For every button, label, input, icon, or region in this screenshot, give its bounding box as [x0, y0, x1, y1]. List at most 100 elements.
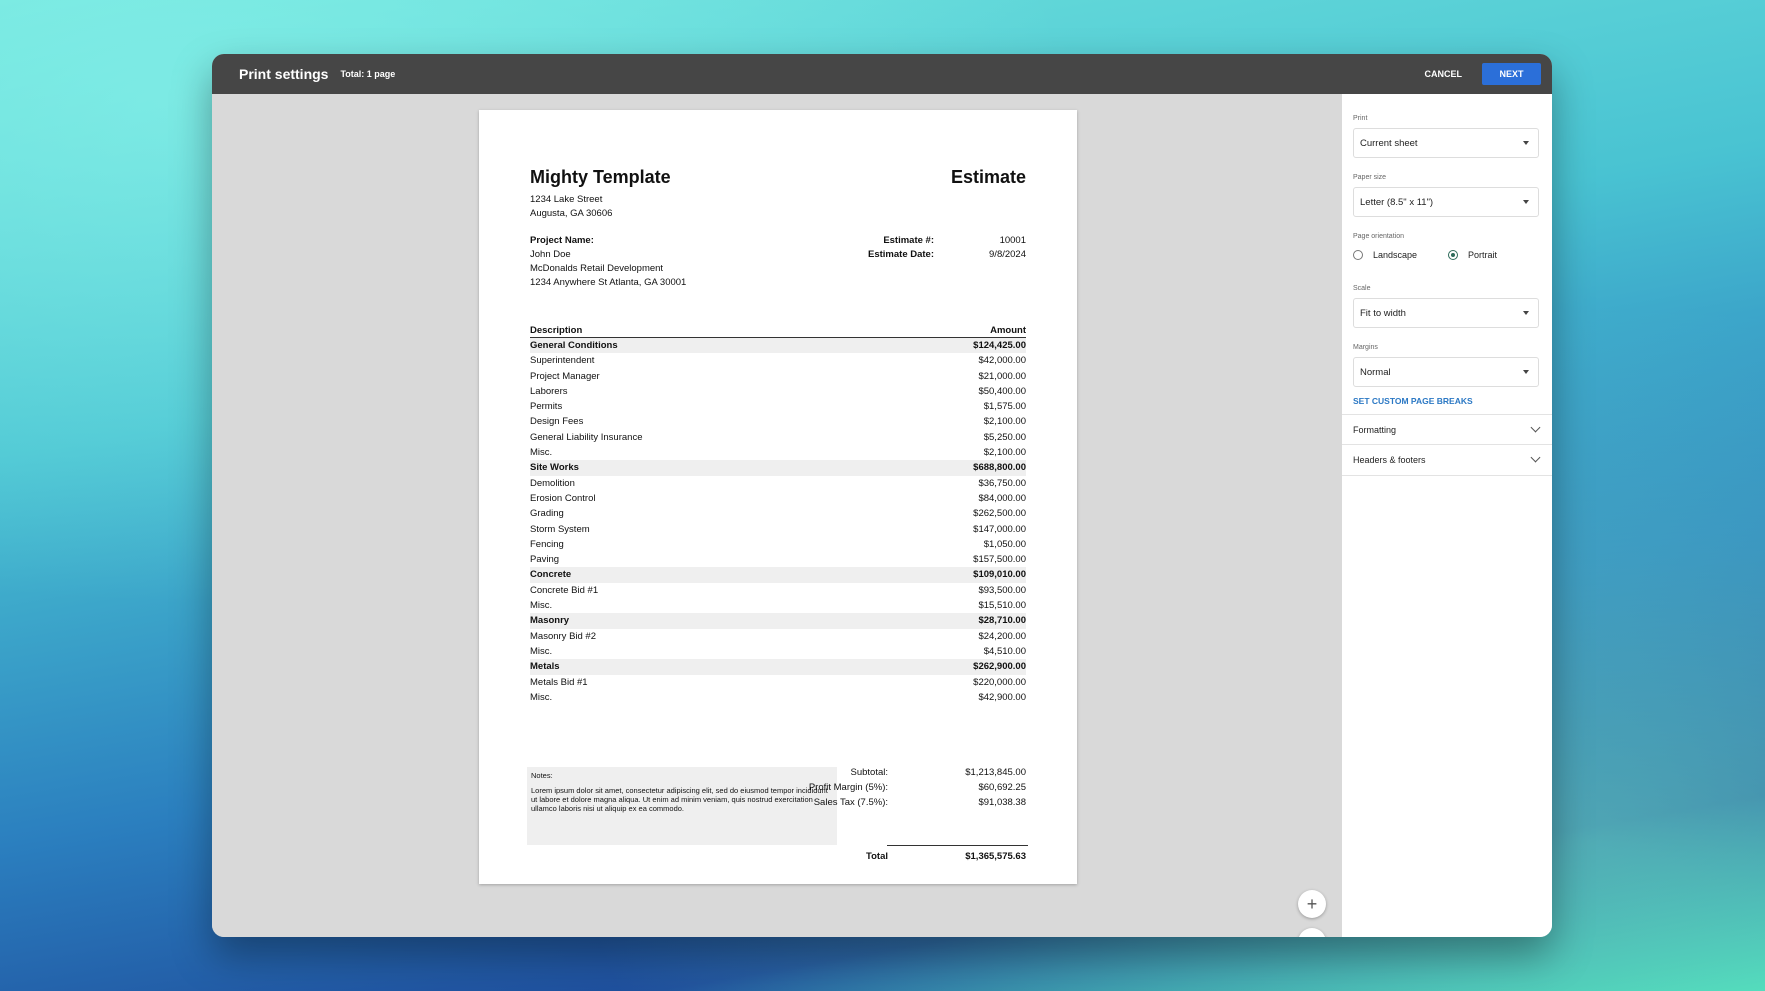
print-settings-window: Print settings Total: 1 page CANCEL NEXT…	[212, 54, 1552, 937]
landscape-radio[interactable]	[1353, 250, 1363, 260]
table-row: Fencing $1,050.00	[530, 537, 1026, 552]
total-divider	[887, 845, 1028, 846]
item-amount: $2,100.00	[983, 447, 1026, 459]
item-description: Misc.	[530, 645, 553, 657]
scale-label: Scale	[1353, 285, 1371, 292]
portrait-radio[interactable]	[1448, 250, 1458, 260]
portrait-label[interactable]: Portrait	[1468, 250, 1497, 260]
estimate-date: 9/8/2024	[989, 249, 1026, 260]
subtotal-label: Subtotal:	[850, 767, 889, 778]
item-amount: $21,000.00	[978, 370, 1026, 382]
item-amount: $157,500.00	[973, 554, 1026, 566]
estimate-date-label: Estimate Date:	[868, 249, 934, 260]
item-amount: $688,800.00	[973, 462, 1026, 474]
paper-size-select[interactable]: Letter (8.5" x 11")	[1353, 187, 1539, 217]
print-label: Print	[1353, 115, 1368, 122]
item-description: Design Fees	[530, 416, 584, 428]
item-amount: $5,250.00	[983, 431, 1026, 443]
item-amount: $42,000.00	[978, 355, 1026, 367]
headers-footers-label: Headers & footers	[1353, 455, 1426, 465]
chevron-down-icon	[1530, 452, 1541, 463]
item-description: Misc.	[530, 600, 553, 612]
table-row: Superintendent $42,000.00	[530, 353, 1026, 368]
minus-icon: −	[1307, 932, 1318, 938]
item-description: Project Manager	[530, 370, 600, 382]
margins-select[interactable]: Normal	[1353, 357, 1539, 387]
item-description: Storm System	[530, 523, 590, 535]
table-row: Grading $262,500.00	[530, 506, 1026, 521]
cancel-button[interactable]: CANCEL	[1425, 69, 1463, 79]
item-description: Misc.	[530, 691, 553, 703]
paper-size-value: Letter (8.5" x 11")	[1360, 196, 1434, 208]
profit-margin-label: Profit Margin (5%):	[808, 782, 888, 793]
item-amount: $28,710.00	[978, 615, 1026, 627]
custom-page-breaks-link[interactable]: SET CUSTOM PAGE BREAKS	[1353, 396, 1473, 406]
orientation-label: Page orientation	[1353, 233, 1404, 240]
item-amount: $1,050.00	[983, 538, 1026, 550]
item-description: Misc.	[530, 447, 553, 459]
zoom-in-button[interactable]: +	[1298, 890, 1326, 918]
top-bar: Print settings Total: 1 page CANCEL NEXT	[212, 54, 1552, 94]
settings-panel: Print Current sheet Paper size Letter (8…	[1342, 94, 1552, 937]
item-description: Metals Bid #1	[530, 676, 588, 688]
table-row: Metals Bid #1 $220,000.00	[530, 675, 1026, 690]
table-row: Misc. $2,100.00	[530, 445, 1026, 460]
address-line-1: 1234 Lake Street	[530, 194, 603, 205]
preview-page: Mighty Template Estimate 1234 Lake Stree…	[479, 110, 1077, 884]
item-description: Grading	[530, 508, 564, 520]
category-row: General Conditions $124,425.00	[530, 338, 1026, 354]
landscape-label[interactable]: Landscape	[1373, 250, 1417, 260]
zoom-out-button[interactable]: −	[1298, 928, 1326, 937]
item-description: Site Works	[530, 462, 579, 474]
profit-margin-value: $60,692.25	[978, 782, 1026, 793]
item-description: Paving	[530, 554, 560, 566]
page-count: Total: 1 page	[340, 69, 396, 79]
formatting-section[interactable]: Formatting	[1342, 414, 1552, 445]
item-description: Concrete	[530, 569, 572, 581]
item-description: Erosion Control	[530, 492, 596, 504]
table-row: Misc. $15,510.00	[530, 598, 1026, 613]
document-title: Estimate	[950, 167, 1026, 187]
item-description: General Conditions	[530, 340, 618, 351]
item-amount: $42,900.00	[978, 691, 1026, 703]
item-amount: $24,200.00	[978, 630, 1026, 642]
table-row: General Liability Insurance $5,250.00	[530, 430, 1026, 445]
table-row: Storm System $147,000.00	[530, 522, 1026, 537]
total-label: Total	[866, 851, 888, 862]
table-row: Demolition $36,750.00	[530, 476, 1026, 491]
item-amount: $4,510.00	[983, 645, 1026, 657]
description-header: Description	[530, 325, 583, 336]
item-description: Laborers	[530, 385, 568, 397]
item-amount: $2,100.00	[983, 416, 1026, 428]
item-amount: $220,000.00	[973, 676, 1026, 688]
dropdown-arrow-icon	[1523, 141, 1529, 145]
company-name: Mighty Template	[530, 167, 671, 187]
item-amount: $147,000.00	[973, 523, 1026, 535]
formatting-label: Formatting	[1353, 425, 1397, 435]
address-line-2: Augusta, GA 30606	[530, 208, 613, 219]
paper-size-label: Paper size	[1353, 174, 1387, 181]
item-amount: $50,400.00	[978, 385, 1026, 397]
item-amount: $262,900.00	[973, 661, 1026, 673]
plus-icon: +	[1306, 893, 1318, 914]
dropdown-arrow-icon	[1523, 200, 1529, 204]
scale-value: Fit to width	[1360, 307, 1406, 319]
table-row: Masonry Bid #2 $24,200.00	[530, 629, 1026, 644]
total-value: $1,365,575.63	[965, 851, 1026, 862]
headers-footers-section[interactable]: Headers & footers	[1342, 444, 1552, 476]
print-select[interactable]: Current sheet	[1353, 128, 1539, 158]
table-row: Laborers $50,400.00	[530, 384, 1026, 399]
table-row: Permits $1,575.00	[530, 399, 1026, 414]
dropdown-arrow-icon	[1523, 370, 1529, 374]
item-description: Metals	[530, 661, 560, 673]
chevron-down-icon	[1530, 422, 1541, 433]
category-row: Metals $262,900.00	[530, 659, 1026, 675]
item-amount: $262,500.00	[973, 508, 1026, 520]
scale-select[interactable]: Fit to width	[1353, 298, 1539, 328]
item-description: General Liability Insurance	[530, 431, 643, 443]
category-row: Concrete $109,010.00	[530, 567, 1026, 583]
item-description: Fencing	[530, 538, 564, 550]
next-button[interactable]: NEXT	[1482, 63, 1541, 85]
item-amount: $84,000.00	[978, 492, 1026, 504]
project-address: 1234 Anywhere St Atlanta, GA 30001	[530, 277, 687, 288]
